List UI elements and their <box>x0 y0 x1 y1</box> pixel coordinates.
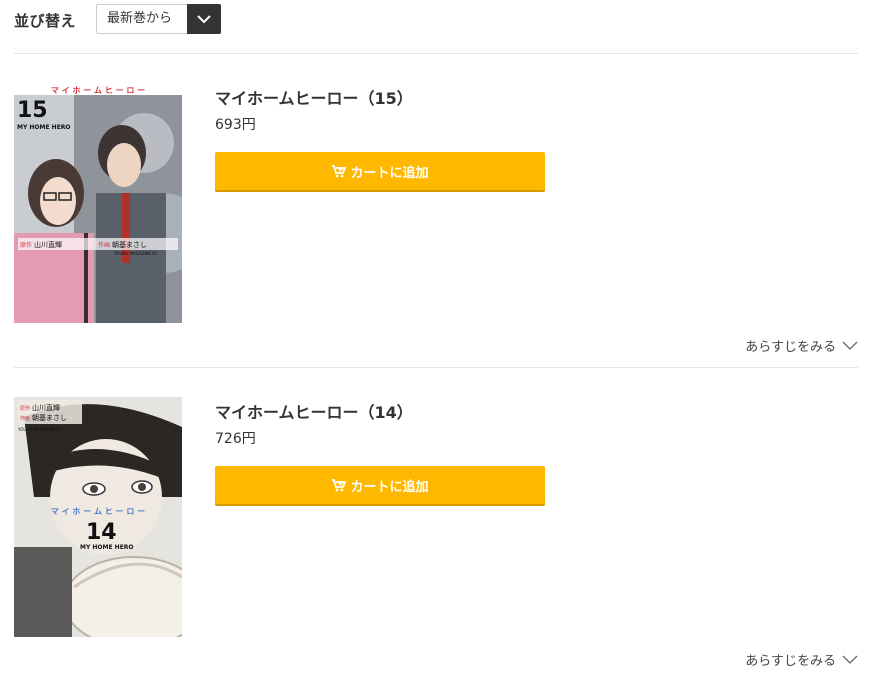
divider <box>14 367 858 368</box>
cover-author-label: 原作 <box>20 241 32 249</box>
product-price: 726円 <box>215 431 256 447</box>
cover-series-text: MY HOME HERO <box>80 544 134 551</box>
product-item: 原作 山川直輝 作画 朝基まさし YOUNG MAGAZINE KC マ イ ホ… <box>14 397 858 672</box>
cover-author: 山川直輝 <box>32 403 60 412</box>
sort-select[interactable]: 最新巻から <box>96 4 221 34</box>
cover-artist-label: 作画 <box>20 415 30 422</box>
cover-volume-number: 14 <box>86 520 117 545</box>
cover-artist: 朝基まさし <box>112 240 147 249</box>
book-cover-image[interactable]: 原作 山川直輝 作画 朝基まさし YOUNG MAGAZINE KC マ イ ホ… <box>14 397 182 637</box>
cart-icon <box>332 165 347 178</box>
synopsis-toggle[interactable]: あらすじをみる <box>745 336 858 355</box>
add-to-cart-button[interactable]: カートに追加 <box>215 466 545 504</box>
chevron-down-icon <box>842 655 858 664</box>
chevron-down-icon <box>197 15 211 24</box>
synopsis-label: あらすじをみる <box>745 654 836 669</box>
synopsis-label: あらすじをみる <box>745 340 836 355</box>
cover-publisher: YOUNG MAGAZINE KC <box>113 251 158 256</box>
cart-icon <box>332 479 347 492</box>
cover-title-text: マ イ ホ ー ム ヒ ー ロ ー <box>51 507 145 516</box>
sort-label: 並び替え <box>14 11 77 30</box>
product-price: 693円 <box>215 117 256 133</box>
sort-selected-value[interactable]: 最新巻から <box>97 5 187 33</box>
cover-artist: 朝基まさし <box>32 413 67 422</box>
add-to-cart-label: カートに追加 <box>350 479 429 495</box>
divider <box>14 53 858 54</box>
sort-toggle-button[interactable] <box>187 4 221 34</box>
cover-artist-label: 作画 <box>98 241 110 249</box>
cover-author: 山川直輝 <box>34 240 62 249</box>
cover-series-text: MY HOME HERO <box>17 124 71 131</box>
cover-title-text: マ イ ホ ー ム ヒ ー ロ ー <box>51 86 145 95</box>
product-title[interactable]: マイホームヒーロー（15） <box>215 85 413 109</box>
product-item: マ イ ホ ー ム ヒ ー ロ ー 15 MY HOME HERO 原作 山川直… <box>14 83 858 358</box>
add-to-cart-label: カートに追加 <box>350 165 429 181</box>
book-cover-image[interactable]: マ イ ホ ー ム ヒ ー ロ ー 15 MY HOME HERO 原作 山川直… <box>14 83 182 323</box>
add-to-cart-button[interactable]: カートに追加 <box>215 152 545 190</box>
chevron-down-icon <box>842 341 858 350</box>
cover-volume-number: 15 <box>17 98 48 123</box>
sort-bar: 並び替え 最新巻から <box>14 4 221 36</box>
synopsis-toggle[interactable]: あらすじをみる <box>745 650 858 669</box>
cover-publisher: YOUNG MAGAZINE KC <box>17 427 62 432</box>
cover-author-label: 原作 <box>20 405 30 412</box>
product-title[interactable]: マイホームヒーロー（14） <box>215 399 413 423</box>
